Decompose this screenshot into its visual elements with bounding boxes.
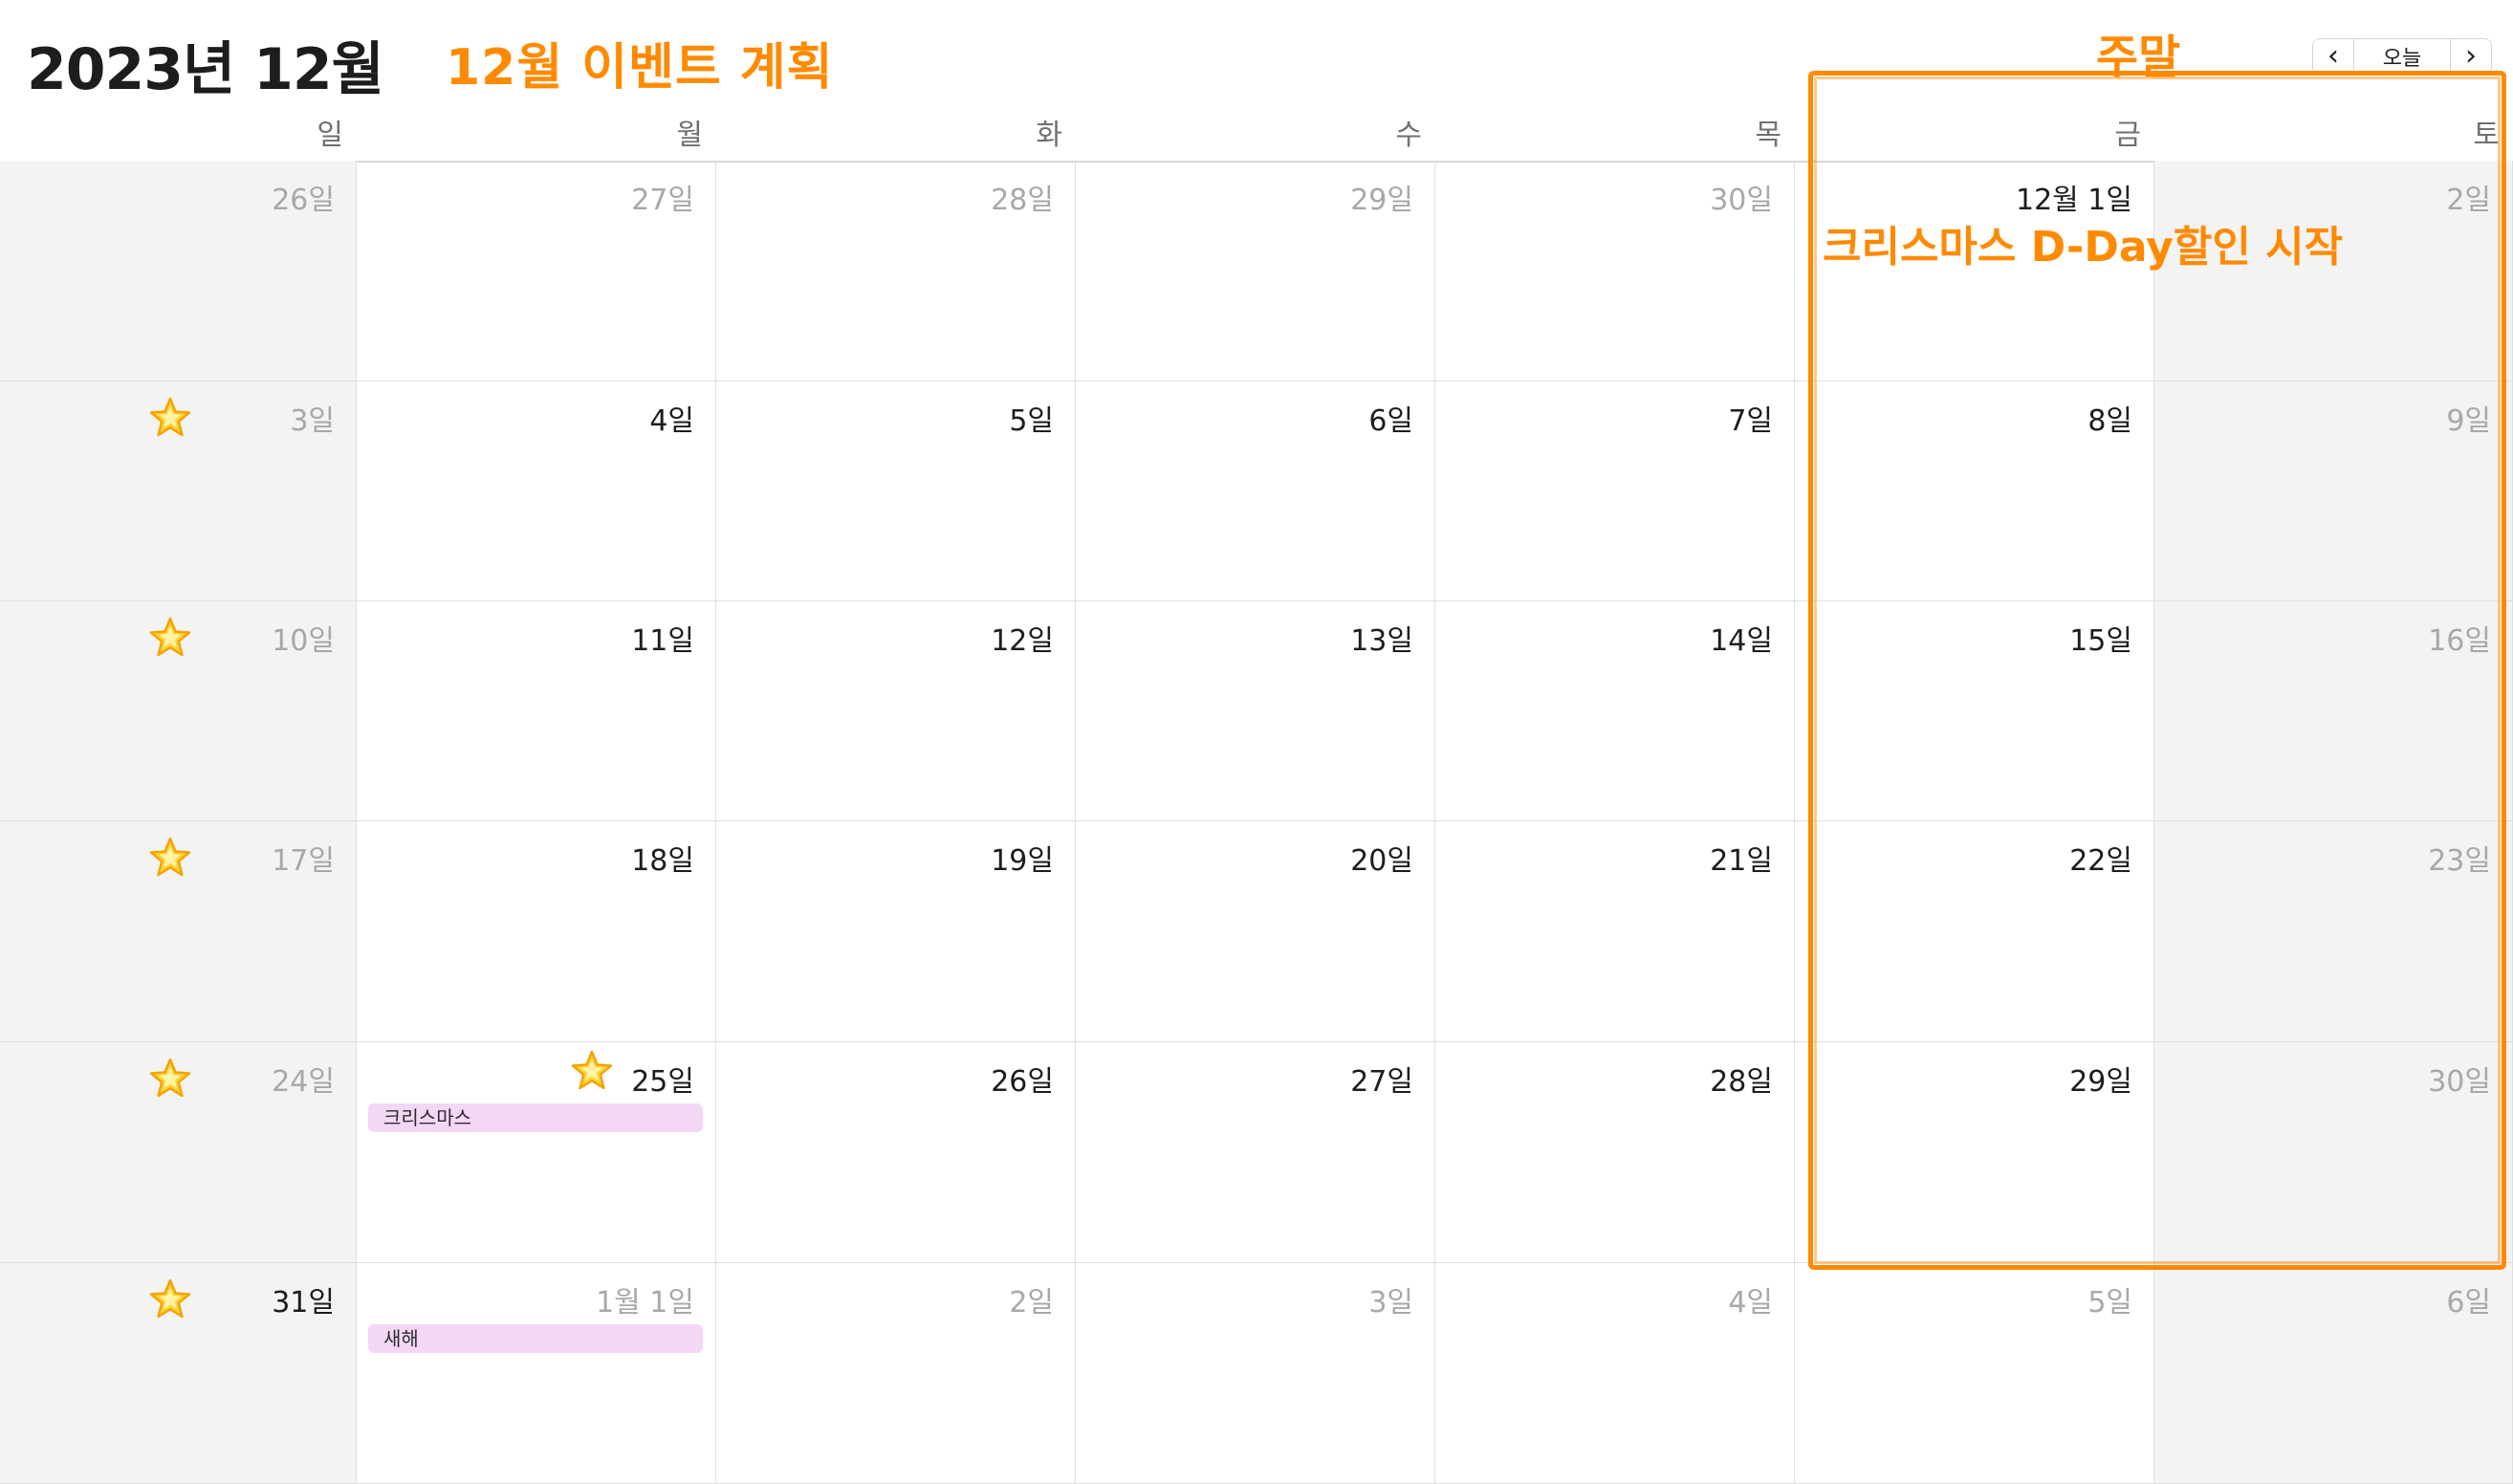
day-number: 29일	[1350, 184, 1413, 217]
today-button[interactable]: 오늘	[2353, 39, 2451, 74]
day-cell[interactable]: 27일	[1076, 1042, 1435, 1263]
day-number: 2일	[1009, 1286, 1054, 1320]
star-icon	[147, 1277, 193, 1322]
day-number: 12일	[991, 624, 1054, 658]
day-number: 1월 1일	[596, 1286, 694, 1320]
weekend-highlight-box	[1808, 71, 2506, 1270]
day-number: 18일	[631, 844, 694, 878]
weekday-label: 목	[1755, 119, 1781, 152]
day-cell[interactable]: 28일	[716, 161, 1076, 382]
day-cell[interactable]: 12일	[716, 601, 1076, 821]
day-number: 6일	[2446, 1286, 2491, 1320]
day-cell[interactable]: 2일	[716, 1263, 1076, 1484]
day-cell[interactable]: 20일	[1076, 821, 1435, 1042]
day-number: 10일	[272, 624, 335, 658]
day-cell[interactable]: 5일	[716, 382, 1076, 601]
page-title: 2023년 12월	[27, 36, 384, 103]
day-number: 27일	[1350, 1065, 1413, 1099]
weekday-label: 월	[676, 119, 703, 152]
day-number: 7일	[1728, 404, 1773, 438]
day-cell[interactable]: 30일	[1435, 161, 1795, 382]
day-number: 19일	[991, 844, 1054, 878]
day-number: 25일	[631, 1065, 694, 1099]
weekday-label: 화	[1036, 119, 1062, 152]
day-cell[interactable]: 26일	[0, 161, 357, 382]
day-cell[interactable]: 14일	[1435, 601, 1795, 821]
calendar-event[interactable]: 크리스마스	[368, 1103, 703, 1132]
day-cell[interactable]: 26일	[716, 1042, 1076, 1263]
day-cell[interactable]: 7일	[1435, 382, 1795, 601]
star-icon	[147, 615, 193, 661]
day-cell[interactable]: 31일	[0, 1263, 357, 1484]
day-number: 28일	[991, 184, 1054, 217]
day-number: 13일	[1350, 624, 1413, 658]
day-number: 20일	[1350, 844, 1413, 878]
day-cell[interactable]: 3일	[1076, 1263, 1435, 1484]
weekday-label: 일	[317, 119, 343, 152]
day-cell[interactable]: 13일	[1076, 601, 1435, 821]
day-number: 24일	[272, 1065, 335, 1099]
day-cell[interactable]: 24일	[0, 1042, 357, 1263]
day-cell[interactable]: 4일	[1435, 1263, 1795, 1484]
day-cell[interactable]: 3일	[0, 382, 357, 601]
day-number: 6일	[1368, 404, 1413, 438]
day-number: 5일	[1009, 404, 1054, 438]
day-number: 27일	[631, 184, 694, 217]
star-icon	[147, 835, 193, 881]
day-number: 5일	[2087, 1286, 2132, 1320]
day-number: 11일	[631, 624, 694, 658]
day-cell[interactable]: 19일	[716, 821, 1076, 1042]
day-cell[interactable]: 6일	[1076, 382, 1435, 601]
day-cell[interactable]: 17일	[0, 821, 357, 1042]
star-icon	[147, 395, 193, 441]
star-icon	[569, 1048, 615, 1094]
day-cell[interactable]: 25일크리스마스	[357, 1042, 716, 1263]
weekday-label: 수	[1395, 119, 1422, 152]
day-cell[interactable]: 18일	[357, 821, 716, 1042]
day-cell[interactable]: 29일	[1076, 161, 1435, 382]
day-number: 3일	[290, 404, 335, 438]
day-cell[interactable]: 21일	[1435, 821, 1795, 1042]
day-number: 30일	[1710, 184, 1773, 217]
day-cell[interactable]: 10일	[0, 601, 357, 821]
day-cell[interactable]: 5일	[1795, 1263, 2154, 1484]
next-month-button[interactable]: ›	[2451, 39, 2491, 74]
day-cell[interactable]: 11일	[357, 601, 716, 821]
day-cell[interactable]: 1월 1일새해	[357, 1263, 716, 1484]
day-cell[interactable]: 27일	[357, 161, 716, 382]
day-number: 21일	[1710, 844, 1773, 878]
chevron-right-icon: ›	[2465, 39, 2477, 73]
day-number: 4일	[1728, 1286, 1773, 1320]
day-cell[interactable]: 6일	[2154, 1263, 2513, 1484]
calendar-event[interactable]: 새해	[368, 1324, 703, 1353]
month-navigation: ‹ 오늘 ›	[2312, 38, 2492, 75]
chevron-left-icon: ‹	[2327, 39, 2339, 73]
day-number: 28일	[1710, 1065, 1773, 1099]
star-icon	[147, 1056, 193, 1102]
annotation-title: 12월 이벤트 계획	[446, 39, 834, 97]
day-number: 14일	[1710, 624, 1773, 658]
day-number: 4일	[649, 404, 694, 438]
day-number: 31일	[272, 1286, 335, 1320]
prev-month-button[interactable]: ‹	[2313, 39, 2353, 74]
day-number: 26일	[991, 1065, 1054, 1099]
day-number: 17일	[272, 844, 335, 878]
day-cell[interactable]: 4일	[357, 382, 716, 601]
day-number: 3일	[1368, 1286, 1413, 1320]
day-number: 26일	[272, 184, 335, 217]
day-cell[interactable]: 28일	[1435, 1042, 1795, 1263]
